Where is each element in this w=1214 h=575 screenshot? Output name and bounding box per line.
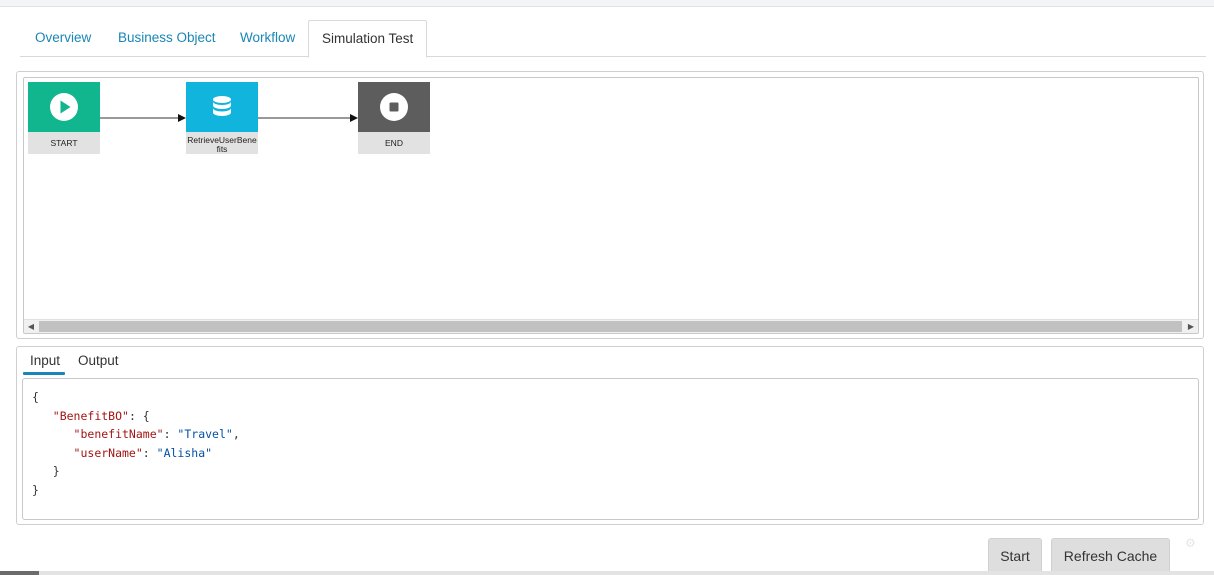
json-punct: : xyxy=(142,445,157,460)
horizontal-scrollbar[interactable]: ◀ ▶ xyxy=(24,319,1198,333)
json-punct xyxy=(32,427,74,441)
scrollbar-thumb[interactable] xyxy=(39,321,1182,332)
scroll-right-icon[interactable]: ▶ xyxy=(1184,320,1198,333)
node-label: RetrieveUserBenefits xyxy=(186,132,258,154)
editor-line: "userName": "Alisha" xyxy=(32,444,1189,463)
active-tab-indicator xyxy=(23,372,65,375)
top-border xyxy=(0,0,1214,7)
tab-input[interactable]: Input xyxy=(30,353,60,368)
json-punct: : xyxy=(163,427,178,442)
json-punct: , xyxy=(232,427,240,442)
json-punct: } xyxy=(32,482,39,497)
editor-line: "benefitName": "Travel", xyxy=(32,425,1189,444)
json-string: "Travel" xyxy=(177,427,233,442)
json-key: "benefitName" xyxy=(73,427,164,442)
workflow-canvas-panel: START RetrieveUserBenefits END ◀ ▶ xyxy=(16,71,1204,339)
node-label: END xyxy=(358,132,430,154)
node-label: START xyxy=(28,132,100,154)
tab-business-object[interactable]: Business Object xyxy=(118,20,216,57)
tab-simulation-test[interactable]: Simulation Test xyxy=(308,20,428,58)
json-input-editor[interactable]: { "BenefitBO": { "benefitName": "Travel"… xyxy=(22,378,1199,520)
bottom-scrollbar-thumb[interactable] xyxy=(0,571,39,575)
io-panel: Input Output { "BenefitBO": { "benefitNa… xyxy=(16,346,1204,525)
tab-workflow[interactable]: Workflow xyxy=(240,20,295,57)
database-icon xyxy=(213,96,231,116)
scroll-left-icon[interactable]: ◀ xyxy=(24,320,38,333)
json-string: "Alisha" xyxy=(156,445,213,460)
bottom-scrollbar[interactable] xyxy=(0,571,1214,575)
play-icon xyxy=(50,93,78,121)
refresh-cache-button[interactable]: Refresh Cache xyxy=(1051,538,1170,574)
json-punct: } xyxy=(32,464,60,479)
gear-icon[interactable]: ⚙ xyxy=(1185,536,1199,550)
json-punct xyxy=(32,409,53,423)
workflow-node-retrieve-user-benefits[interactable]: RetrieveUserBenefits xyxy=(186,82,258,154)
editor-line: "BenefitBO": { xyxy=(32,407,1189,426)
json-key: "BenefitBO" xyxy=(52,408,129,423)
json-punct xyxy=(32,446,74,460)
editor-line: { xyxy=(32,388,1189,407)
editor-line: } xyxy=(32,462,1189,481)
tab-output[interactable]: Output xyxy=(78,353,119,368)
json-punct: : { xyxy=(128,408,150,423)
workflow-canvas[interactable]: START RetrieveUserBenefits END ◀ ▶ xyxy=(23,77,1199,334)
start-button[interactable]: Start xyxy=(988,538,1042,574)
json-punct: { xyxy=(32,390,39,404)
workflow-node-end[interactable]: END xyxy=(358,82,430,154)
tab-overview[interactable]: Overview xyxy=(35,20,91,57)
stop-icon xyxy=(380,93,408,121)
editor-line: } xyxy=(32,481,1189,500)
main-tabs: Overview Business Object Workflow Simula… xyxy=(20,20,1206,58)
workflow-node-start[interactable]: START xyxy=(28,82,100,154)
json-key: "userName" xyxy=(73,445,143,460)
